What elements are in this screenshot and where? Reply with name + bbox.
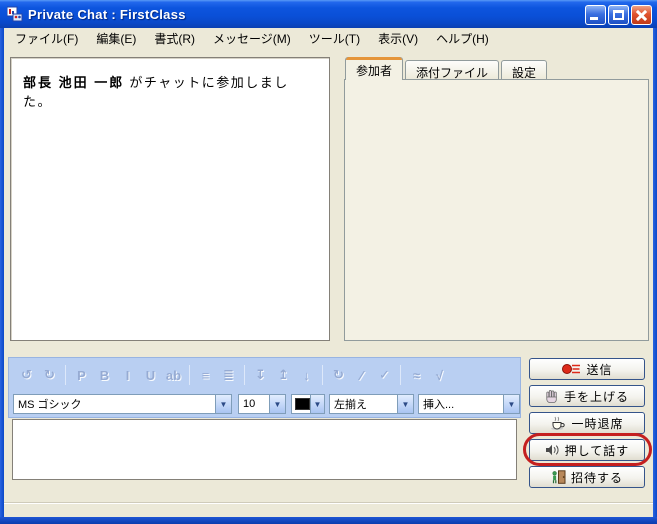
bold-icon: B	[93, 368, 116, 383]
app-icon	[7, 6, 23, 22]
menu-format[interactable]: 書式(R)	[145, 28, 204, 49]
window-border-bottom	[0, 517, 657, 524]
tab-settings[interactable]: 設定	[501, 60, 547, 80]
raise-hand-button[interactable]: 手を上げる	[529, 385, 645, 407]
maximize-icon	[613, 10, 624, 20]
alignment-select[interactable]: 左揃え ▼	[329, 394, 414, 414]
insert-select[interactable]: 挿入... ▼	[418, 394, 520, 414]
format-combo-row: MS ゴシック ▼ 10 ▼ ▼ 左揃え ▼ 挿入... ▼	[9, 394, 522, 415]
subscript-icon: ab	[162, 368, 185, 383]
format-toolbar: ↺ ↻ P B I U ab ≡ ≣ ↧ ↥ ↓ ↻ ∕ ✓ ≈ √ MS ゴシ…	[8, 357, 521, 418]
coffee-cup-icon	[550, 416, 566, 430]
chevron-down-icon[interactable]: ▼	[397, 395, 413, 413]
menu-file[interactable]: ファイル(F)	[6, 28, 87, 49]
invite-button[interactable]: 招待する	[529, 466, 645, 488]
close-button[interactable]	[631, 5, 652, 25]
titlebar: Private Chat : FirstClass	[0, 0, 657, 28]
bullet-list-icon: ≡	[194, 368, 217, 383]
menu-help[interactable]: ヘルプ(H)	[427, 28, 498, 49]
pen-icon: ∕	[350, 368, 373, 383]
chevron-down-icon[interactable]: ▼	[215, 395, 231, 413]
tab-participants[interactable]: 参加者	[345, 57, 403, 80]
tab-attachments[interactable]: 添付ファイル	[405, 60, 499, 80]
rotate-icon: ↻	[327, 367, 350, 383]
tab-bar: 参加者 添付ファイル 設定	[345, 57, 549, 80]
menu-tools[interactable]: ツール(T)	[300, 28, 369, 49]
message-input[interactable]	[12, 419, 517, 480]
font-size-select[interactable]: 10 ▼	[238, 394, 286, 414]
chevron-down-icon[interactable]: ▼	[269, 395, 285, 413]
window-border-left	[0, 28, 4, 517]
minimize-icon	[590, 17, 598, 20]
transcript-participant-name: 部長 池田 一郎	[23, 75, 124, 90]
window-border-right	[653, 28, 657, 517]
chat-transcript[interactable]: 部長 池田 一郎 がチャットに参加しました。	[10, 57, 330, 341]
spellcheck-icon: √	[428, 368, 451, 383]
drop-marker-icon: ↓	[295, 368, 318, 383]
pen-check-icon: ✓	[373, 367, 396, 383]
indent-increase-icon: ↥	[272, 367, 295, 383]
format-icon-row: ↺ ↻ P B I U ab ≡ ≣ ↧ ↥ ↓ ↻ ∕ ✓ ≈ √	[15, 361, 451, 389]
chevron-down-icon[interactable]: ▼	[310, 395, 324, 413]
window-title: Private Chat : FirstClass	[28, 7, 186, 22]
step-away-button[interactable]: 一時退席	[529, 412, 645, 434]
signature-icon: ≈	[405, 368, 428, 383]
push-to-talk-button[interactable]: 押して話す	[529, 439, 645, 461]
send-button[interactable]: 送信	[529, 358, 645, 380]
redo-icon: ↻	[38, 367, 61, 383]
font-select[interactable]: MS ゴシック ▼	[13, 394, 232, 414]
hand-icon	[545, 389, 559, 403]
menu-edit[interactable]: 編集(E)	[87, 28, 145, 49]
speaker-icon	[545, 444, 560, 456]
paragraph-icon: P	[70, 368, 93, 383]
menu-message[interactable]: メッセージ(M)	[204, 28, 300, 49]
underline-icon: U	[139, 368, 162, 383]
bottom-divider	[4, 502, 653, 504]
undo-icon: ↺	[15, 367, 38, 383]
font-color-select[interactable]: ▼	[291, 394, 325, 414]
menu-view[interactable]: 表示(V)	[369, 28, 427, 49]
participants-tab-panel	[344, 79, 649, 341]
italic-icon: I	[116, 368, 139, 383]
private-chat-window: Private Chat : FirstClass ファイル(F) 編集(E) …	[0, 0, 657, 524]
menu-bar: ファイル(F) 編集(E) 書式(R) メッセージ(M) ツール(T) 表示(V…	[4, 28, 653, 48]
color-swatch	[295, 398, 310, 410]
send-comet-icon	[561, 362, 581, 376]
invite-door-icon	[551, 470, 566, 484]
chevron-down-icon[interactable]: ▼	[503, 395, 519, 413]
numbered-list-icon: ≣	[217, 367, 240, 383]
minimize-button[interactable]	[585, 5, 606, 25]
indent-decrease-icon: ↧	[249, 367, 272, 383]
maximize-button[interactable]	[608, 5, 629, 25]
